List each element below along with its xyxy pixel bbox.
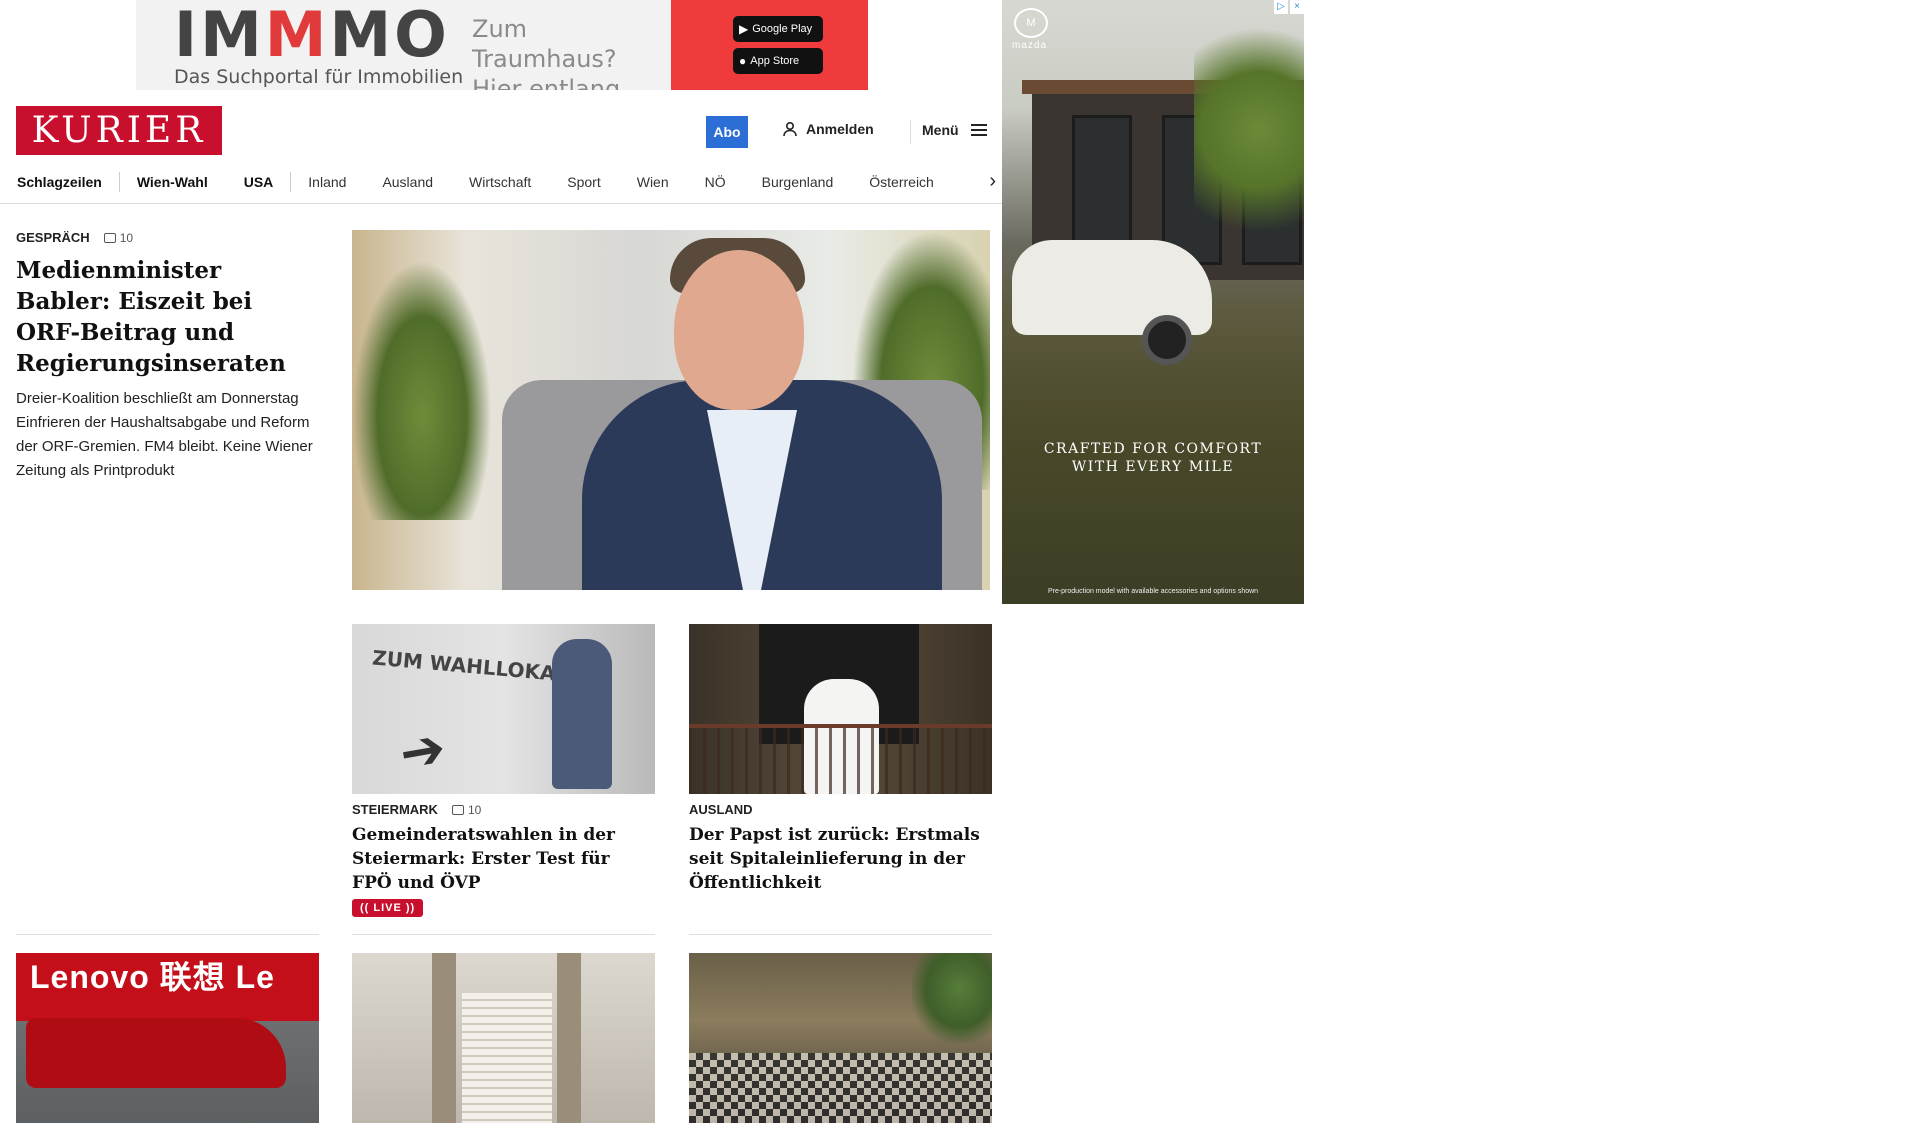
nav-item-ausland[interactable]: Ausland	[382, 174, 469, 190]
lead-image[interactable]	[352, 230, 990, 590]
comment-count[interactable]: 10	[103, 231, 133, 245]
live-badge: (( LIVE ))	[352, 899, 424, 917]
article-card-steiermark[interactable]: ZUM WAHLLOKAL ➔ STEIERMARK 10 Gemeindera…	[352, 624, 655, 917]
lead-kicker: GESPRÄCH 10	[16, 230, 134, 245]
mazda-logo-icon: M	[1014, 8, 1048, 38]
comment-icon	[103, 232, 116, 243]
nav-item-wien-wahl[interactable]: Wien-Wahl	[137, 174, 244, 190]
adchoices[interactable]: ▷ ×	[1274, 0, 1304, 14]
article-card-cafe[interactable]	[689, 953, 992, 1123]
lead-article[interactable]: GESPRÄCH 10 Medienminister Babler: Eisze…	[16, 230, 319, 483]
abo-button[interactable]: Abo	[706, 116, 748, 148]
article-kicker: STEIERMARK 10	[352, 802, 482, 817]
apple-icon: ●	[739, 54, 747, 68]
comment-count[interactable]: 10	[451, 803, 481, 817]
ad-wheel	[1142, 315, 1192, 365]
close-ad-icon[interactable]: ×	[1290, 0, 1304, 14]
article-image[interactable]	[352, 953, 655, 1123]
ad-tree-image	[1194, 0, 1304, 260]
nav-item-noe[interactable]: NÖ	[705, 174, 762, 190]
lead-teaser: Dreier-Koalition beschließt am Donnersta…	[16, 390, 313, 479]
article-title[interactable]: Gemeinderatswahlen in der Steiermark: Er…	[352, 823, 655, 895]
adchoices-icon[interactable]: ▷	[1274, 0, 1288, 14]
nav-item-wirtschaft[interactable]: Wirtschaft	[469, 174, 567, 190]
side-ad-mazda[interactable]: M mazda CRAFTED FOR COMFORT WITH EVERY M…	[1002, 0, 1304, 604]
article-card-papst[interactable]: AUSLAND Der Papst ist zurück: Erstmals s…	[689, 624, 992, 895]
chevron-right-icon[interactable]: ›	[989, 170, 996, 193]
top-banner-ad[interactable]: IMMMO Das Suchportal für Immobilien Zum …	[136, 0, 868, 90]
site-header: KURIER Abo Anmelden Menü	[0, 90, 1002, 160]
article-kicker: AUSLAND	[689, 802, 753, 817]
nav-item-wien[interactable]: Wien	[637, 174, 705, 190]
play-icon: ▶	[739, 22, 749, 36]
nav-item-inland[interactable]: Inland	[308, 174, 382, 190]
store-buttons: ▶ Google Play ● App Store	[671, 0, 868, 90]
article-image[interactable]: ZUM WAHLLOKAL ➔	[352, 624, 655, 794]
lead-title[interactable]: Medienminister Babler: Eiszeit bei ORF-B…	[16, 255, 319, 379]
mazda-brand: mazda	[1012, 40, 1048, 51]
comment-icon	[451, 804, 464, 815]
menu-button[interactable]: Menü	[922, 121, 987, 139]
immmo-brand: IMMMO Das Suchportal für Immobilien Zum …	[136, 0, 671, 91]
article-card-f1[interactable]: Lenovo 联想 Le	[16, 953, 319, 1123]
nav-item-sport[interactable]: Sport	[567, 174, 636, 190]
nav-item-usa[interactable]: USA	[244, 174, 310, 190]
article-image[interactable]: Lenovo 联想 Le	[16, 953, 319, 1123]
nav-item-oesterreich[interactable]: Österreich	[869, 174, 970, 190]
section-nav: Schlagzeilen Wien-Wahl USA Inland Auslan…	[0, 160, 1002, 204]
ad-claim: Zum Traumhaus? Hier entlang.	[472, 15, 628, 90]
login-button[interactable]: Anmelden	[782, 121, 874, 137]
user-icon	[783, 121, 797, 137]
nav-item-burgenland[interactable]: Burgenland	[762, 174, 870, 190]
ad-disclaimer: Pre-production model with available acce…	[1047, 588, 1259, 595]
ad-slogan: CRAFTED FOR COMFORT WITH EVERY MILE	[1043, 441, 1263, 475]
article-title[interactable]: Der Papst ist zurück: Erstmals seit Spit…	[689, 823, 992, 895]
article-image[interactable]	[689, 953, 992, 1123]
article-image[interactable]	[689, 624, 992, 794]
kurier-logo[interactable]: KURIER	[16, 106, 222, 155]
app-store-button[interactable]: ● App Store	[733, 48, 823, 74]
article-card-stairs[interactable]	[352, 953, 655, 1123]
hamburger-icon	[970, 121, 987, 139]
google-play-button[interactable]: ▶ Google Play	[733, 16, 823, 42]
